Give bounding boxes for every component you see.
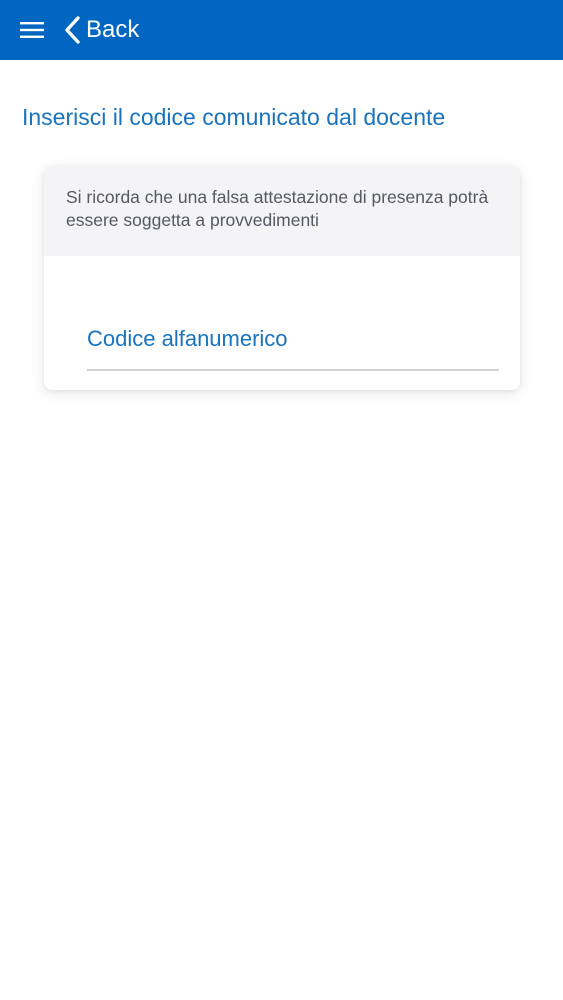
hamburger-menu-icon[interactable] [18,18,46,42]
top-app-bar: Back [0,0,563,60]
page-title: Inserisci il codice comunicato dal docen… [22,104,446,130]
code-entry-card: Si ricorda che una falsa attestazione di… [44,166,520,390]
alphanumeric-code-input[interactable]: Codice alfanumerico [87,316,499,371]
code-input-placeholder: Codice alfanumerico [87,326,288,351]
attendance-warning-notice: Si ricorda che una falsa attestazione di… [44,166,520,256]
back-label: Back [86,16,140,43]
back-button[interactable]: Back [62,12,139,48]
chevron-left-icon [62,13,84,47]
